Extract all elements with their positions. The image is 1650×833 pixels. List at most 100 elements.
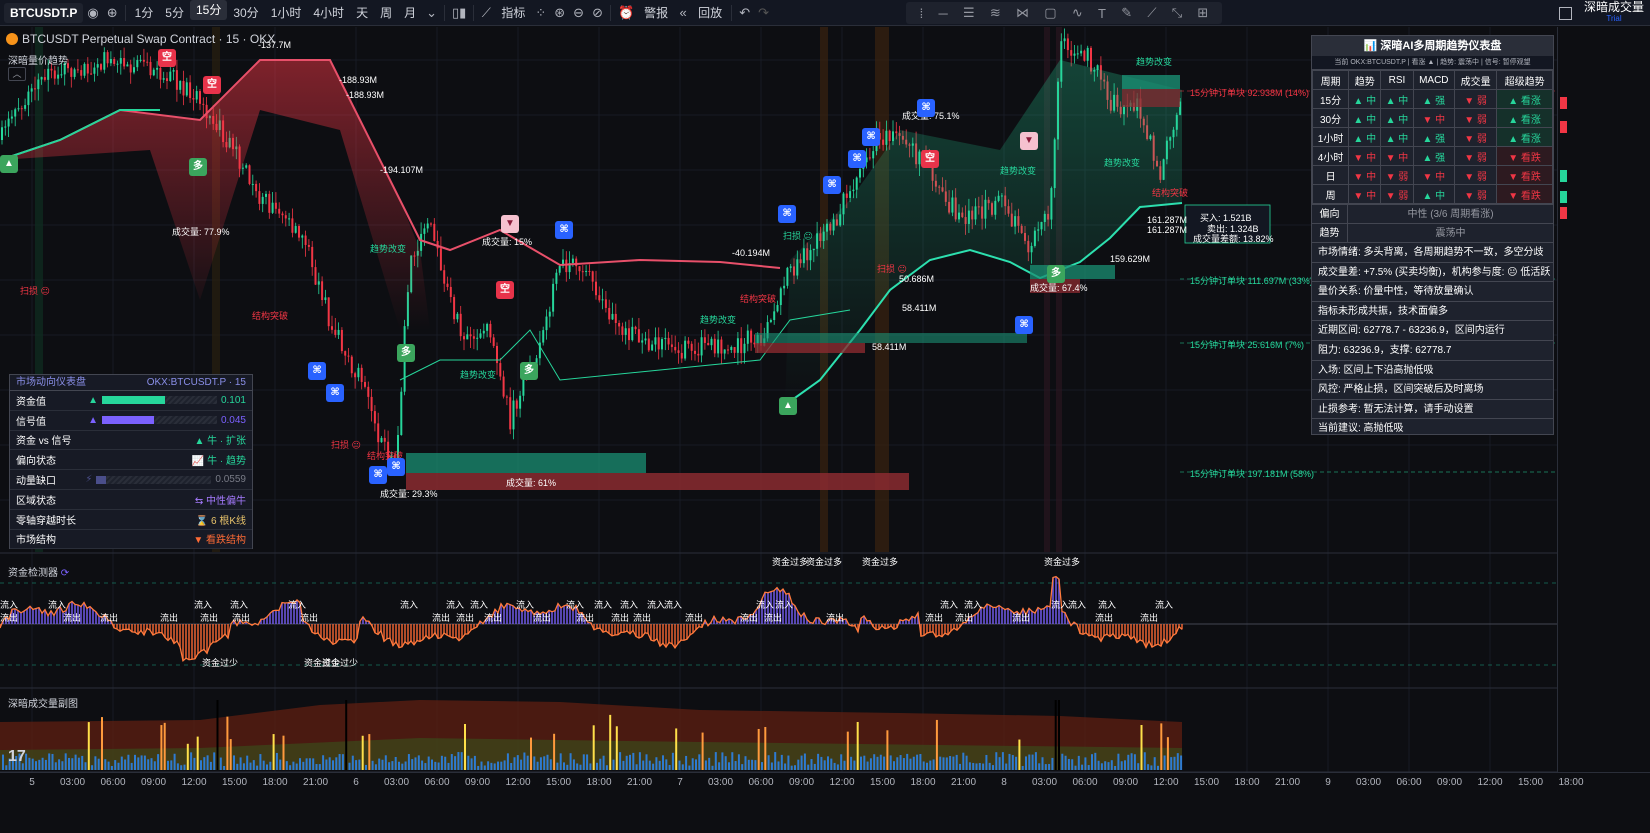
dash-key: 偏向状态	[16, 456, 56, 468]
path-tool-icon[interactable]: ∿	[1072, 5, 1083, 21]
minus-icon[interactable]: ⊖	[569, 0, 588, 26]
volume-bar	[1084, 757, 1087, 770]
candle-body	[149, 61, 152, 76]
interval-1[interactable]: 5分	[159, 0, 190, 26]
candle-body	[634, 326, 637, 330]
whale-icon[interactable]: ⌘	[848, 150, 866, 168]
templates-icon[interactable]: ⁘	[531, 0, 550, 26]
hline-tool-icon[interactable]: ☰	[963, 5, 975, 21]
short-signal[interactable]: 空	[203, 76, 221, 94]
short-signal[interactable]: 空	[496, 281, 514, 299]
collapse-icon[interactable]: ︿	[8, 67, 26, 81]
volume-bar	[579, 764, 582, 770]
price-scale[interactable]	[1557, 27, 1650, 772]
indicator-title[interactable]: 深暗量价趋势	[8, 52, 68, 67]
grip-icon[interactable]: ⁞	[920, 6, 924, 21]
brush-tool-icon[interactable]: ✎	[1121, 5, 1132, 21]
chart-icon: 📊	[1363, 40, 1381, 52]
whale-icon[interactable]: ⌘	[1015, 316, 1033, 334]
indicator-icon[interactable]: ⟋	[477, 0, 495, 26]
alarm-icon[interactable]: ⏰	[614, 0, 638, 26]
volume-bar	[1044, 764, 1047, 770]
whale-icon[interactable]: ⌘	[387, 458, 405, 476]
account-name[interactable]: 深暗成交量 Trial	[1584, 1, 1644, 24]
volume-bar	[1031, 754, 1034, 770]
interval-3[interactable]: 30分	[227, 0, 264, 26]
pattern-tool-icon[interactable]: ⋈	[1016, 5, 1029, 21]
volume-bar	[183, 764, 186, 770]
volume-bar	[949, 756, 952, 770]
whale-icon[interactable]: ⌘	[555, 221, 573, 239]
tool-icon[interactable]: ⊘	[588, 0, 607, 26]
text-tool-icon[interactable]: T	[1098, 6, 1106, 21]
volume-bar	[665, 759, 668, 770]
flow-indicator-title[interactable]: 资金检测器 ⟳	[8, 564, 69, 579]
volume-bar	[1153, 757, 1156, 770]
long-signal[interactable]: 多	[397, 344, 415, 362]
bear-flag-icon[interactable]: ▼	[501, 215, 519, 233]
whale-icon[interactable]: ⌘	[369, 466, 387, 484]
time-axis[interactable]: 5 03:00 06:00 09:00 12:00 15:00 18:00 21:00 6 03:…	[0, 772, 1650, 792]
volume-indicator-title[interactable]: 深暗成交量副图	[8, 695, 78, 710]
long-signal[interactable]: 多	[1047, 265, 1065, 283]
whale-icon[interactable]: ⌘	[326, 384, 344, 402]
candle-body	[786, 267, 789, 286]
whale-icon[interactable]: ⌘	[308, 362, 326, 380]
candle-body	[298, 226, 300, 238]
interval-7[interactable]: 周	[374, 0, 398, 26]
dash-value: ⌛ 6 根K线	[195, 515, 246, 527]
whale-icon[interactable]: ⌘	[823, 176, 841, 194]
candle-body	[93, 67, 96, 74]
rect-tool-icon[interactable]: ▢	[1044, 5, 1056, 21]
measure-tool-icon[interactable]: ⤡	[1172, 5, 1182, 21]
loading-icon: ⟳	[60, 568, 70, 579]
volume-bar	[563, 762, 565, 770]
indicators-button[interactable]: 指标	[495, 0, 531, 26]
whale-icon[interactable]: ⌘	[917, 99, 935, 117]
interval-2[interactable]: 15分	[189, 0, 228, 20]
alert-button[interactable]: 警报	[638, 0, 674, 26]
volume-bar	[1087, 765, 1090, 770]
checkbox-icon[interactable]	[1558, 6, 1572, 20]
short-signal[interactable]: 空	[158, 49, 176, 67]
whale-icon[interactable]: ⌘	[862, 128, 880, 146]
line-tool-icon[interactable]: ─	[939, 6, 948, 21]
long-signal[interactable]: 多	[520, 362, 538, 380]
volume-bar	[1114, 765, 1117, 770]
rewind-icon[interactable]: «	[674, 0, 692, 26]
add-symbol-icon[interactable]: ⊕	[103, 0, 122, 26]
whale-icon[interactable]: ⌘	[778, 205, 796, 223]
symbol-search-button[interactable]: BTCUSDT.P	[4, 2, 84, 23]
bitcoin-icon	[6, 33, 18, 45]
candle-type-icon[interactable]: ▯▮	[448, 0, 470, 26]
compare-icon[interactable]: ⊛	[550, 0, 569, 26]
candle-body	[73, 69, 76, 77]
redo-icon[interactable]: ↷	[754, 0, 773, 26]
long-signal[interactable]: 多	[189, 158, 207, 176]
replay-button[interactable]: 回放	[692, 0, 728, 26]
short-signal[interactable]: 空	[921, 150, 939, 168]
candle-body	[383, 437, 386, 442]
candle-body	[1076, 53, 1079, 55]
interval-8[interactable]: 月	[398, 0, 422, 26]
undo-icon[interactable]: ↶	[735, 0, 754, 26]
bull-flag-icon[interactable]: ▲	[779, 397, 797, 415]
volume-bar	[823, 760, 826, 770]
candle-body	[733, 347, 736, 353]
grid-tool-icon[interactable]: ⊞	[1197, 5, 1208, 21]
bull-flag-icon[interactable]: ▲	[0, 155, 18, 173]
candle-body	[152, 69, 155, 76]
interval-5[interactable]: 4小时	[307, 0, 350, 26]
mtf-cell: ▲ 中	[1348, 108, 1382, 128]
fib-tool-icon[interactable]: ≋	[990, 5, 1001, 21]
chevron-down-icon[interactable]: ⌄	[422, 0, 441, 26]
candle-body	[245, 165, 248, 168]
interval-6[interactable]: 天	[350, 0, 374, 26]
interval-0[interactable]: 1分	[129, 0, 160, 26]
eye-icon[interactable]: ◉	[83, 0, 102, 26]
bear-flag-icon[interactable]: ▼	[1020, 132, 1038, 150]
ray-tool-icon[interactable]: ⟋	[1147, 5, 1156, 21]
interval-4[interactable]: 1小时	[265, 0, 308, 26]
chart-title[interactable]: BTCUSDT Perpetual Swap Contract · 15 · O…	[6, 32, 275, 46]
volume-bar	[675, 728, 678, 770]
